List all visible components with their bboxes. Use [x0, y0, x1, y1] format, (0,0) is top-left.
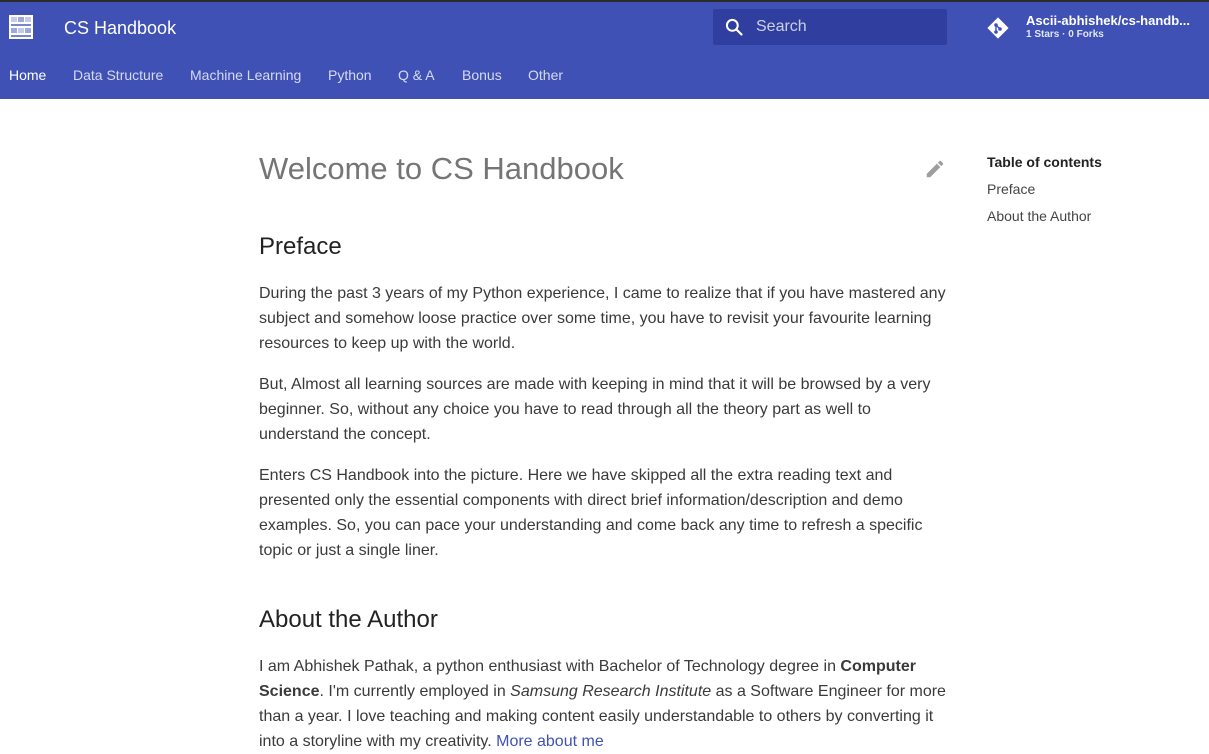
repository-link[interactable]: Ascii-abhishek/cs-handb... 1 Stars · 0 F…: [986, 10, 1209, 46]
about-author-heading: About the Author: [259, 606, 438, 633]
toc-title: Table of contents: [987, 154, 1102, 170]
repository-stats: 1 Stars · 0 Forks: [1026, 29, 1104, 40]
preface-paragraph-2: But, Almost all learning sources are mad…: [259, 376, 931, 443]
tab-data-structure[interactable]: Data Structure: [73, 66, 163, 84]
tab-python[interactable]: Python: [328, 66, 372, 84]
git-icon: [987, 17, 1009, 39]
preface-heading: Preface: [259, 233, 342, 260]
preface-paragraph-1: During the past 3 years of my Python exp…: [259, 285, 946, 352]
page-title: Welcome to CS Handbook: [259, 151, 624, 186]
tab-machine-learning[interactable]: Machine Learning: [190, 66, 301, 84]
search-box[interactable]: [713, 9, 947, 45]
book-logo-icon[interactable]: [9, 15, 33, 39]
repository-name: Ascii-abhishek/cs-handb...: [1026, 13, 1190, 28]
tab-bonus[interactable]: Bonus: [462, 66, 502, 84]
company-text: Samsung Research Institute: [510, 683, 712, 700]
search-input[interactable]: [756, 9, 941, 45]
toc-item-about-the-author[interactable]: About the Author: [987, 207, 1091, 225]
tab-other[interactable]: Other: [528, 66, 563, 84]
about-intro-text: I am Abhishek Pathak, a python enthusias…: [259, 658, 841, 675]
preface-paragraph-3: Enters CS Handbook into the picture. Her…: [259, 467, 923, 559]
about-author-paragraph: I am Abhishek Pathak, a python enthusias…: [259, 654, 949, 754]
edit-pencil-icon[interactable]: [924, 158, 946, 180]
employment-text: . I'm currently employed in: [319, 683, 511, 700]
tab-q-and-a[interactable]: Q & A: [398, 66, 435, 84]
site-header: CS Handbook Ascii-abhishek/cs-handb... 1…: [0, 2, 1209, 99]
more-about-me-link[interactable]: More about me: [496, 733, 604, 750]
tab-home[interactable]: Home: [9, 66, 46, 84]
site-title[interactable]: CS Handbook: [64, 17, 176, 39]
toc-item-preface[interactable]: Preface: [987, 180, 1035, 198]
search-icon[interactable]: [724, 17, 744, 37]
